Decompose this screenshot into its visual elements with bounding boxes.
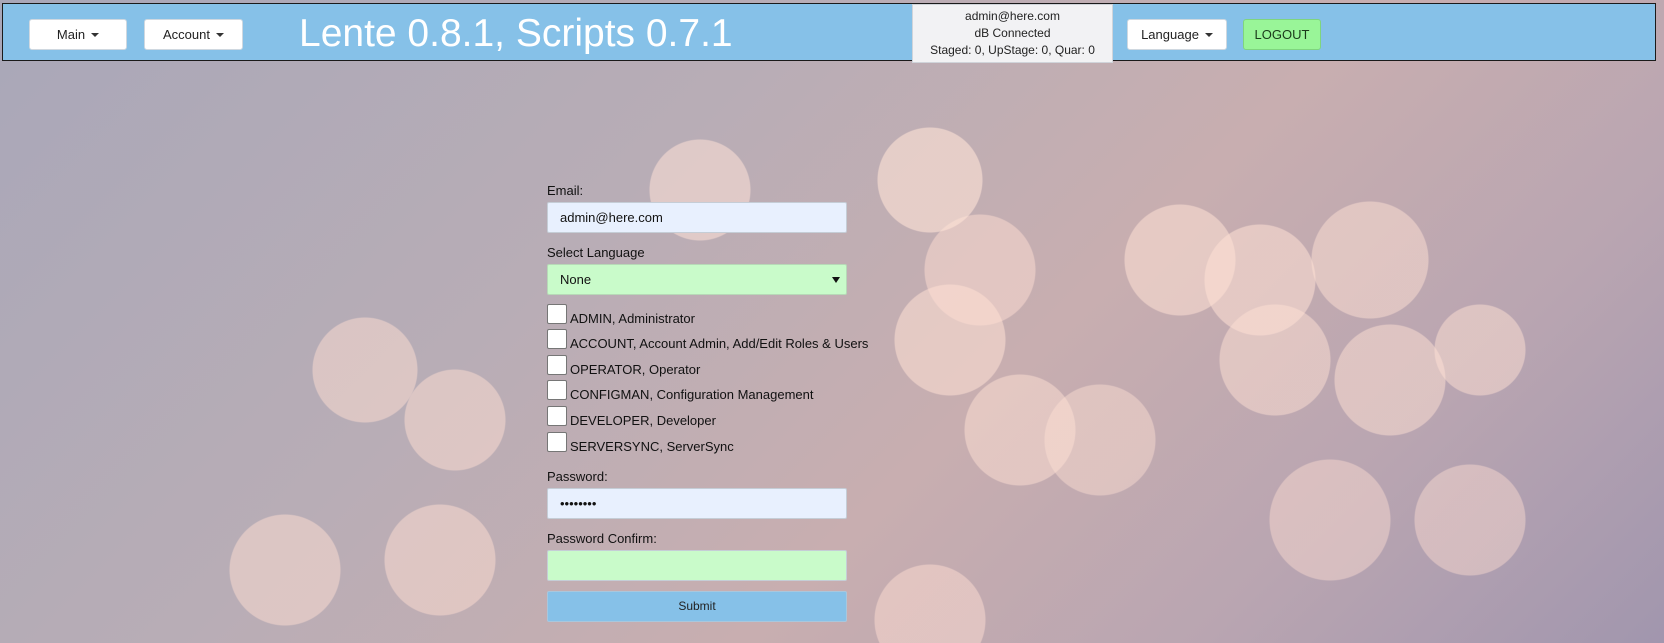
caret-down-icon	[91, 32, 100, 37]
password-input[interactable]	[547, 487, 847, 519]
role-label-account: ACCOUNT, Account Admin, Add/Edit Roles &…	[570, 336, 869, 352]
role-item-developer: DEVELOPER, Developer	[547, 403, 867, 429]
role-checkbox-operator[interactable]	[547, 354, 567, 375]
language-label: Select Language	[547, 245, 645, 260]
main-menu-label: Main	[56, 27, 86, 42]
email-input[interactable]	[547, 202, 847, 233]
dropdown-arrow-icon	[832, 277, 840, 283]
email-label: Email:	[547, 183, 584, 198]
language-select-value: None	[560, 272, 592, 287]
role-label-serversync: SERVERSYNC, ServerSync	[570, 438, 734, 454]
role-item-serversync: SERVERSYNC, ServerSync	[547, 429, 867, 455]
status-counts: Staged: 0, UpStage: 0, Quar: 0	[930, 43, 1095, 57]
caret-down-icon	[215, 32, 224, 37]
language-select[interactable]: None	[547, 264, 847, 295]
role-checkbox-configman[interactable]	[547, 380, 567, 401]
language-menu-label: Language	[1141, 27, 1199, 42]
logout-button[interactable]: LOGOUT	[1243, 19, 1321, 50]
role-label-developer: DEVELOPER, Developer	[570, 412, 716, 428]
password-label: Password:	[547, 468, 608, 484]
role-label-admin: ADMIN, Administrator	[570, 310, 695, 326]
status-panel: admin@here.com dB Connected Staged: 0, U…	[912, 4, 1113, 63]
app-title: Lente 0.8.1, Scripts 0.7.1	[299, 12, 733, 55]
role-label-configman: CONFIGMAN, Configuration Management	[570, 387, 814, 403]
status-user: admin@here.com	[965, 9, 1060, 23]
account-menu-label: Account	[163, 27, 210, 42]
submit-button[interactable]: Submit	[547, 590, 847, 622]
role-checkbox-serversync[interactable]	[547, 431, 567, 452]
main-menu-dropdown[interactable]: Main	[29, 19, 127, 50]
account-menu-dropdown[interactable]: Account	[144, 19, 243, 50]
role-checkbox-developer[interactable]	[547, 405, 567, 426]
role-item-configman: CONFIGMAN, Configuration Management	[547, 378, 867, 404]
top-navbar: Main Account Lente 0.8.1, Scripts 0.7.1 …	[2, 3, 1656, 63]
role-checkbox-account[interactable]	[547, 329, 567, 350]
password-confirm-label: Password Confirm:	[547, 530, 657, 546]
status-db: dB Connected	[974, 26, 1051, 40]
roles-list: ADMIN, Administrator ACCOUNT, Account Ad…	[547, 301, 869, 455]
user-edit-form: Email: Select Language None ADMIN, Admin…	[547, 183, 869, 622]
role-item-operator: OPERATOR, Operator	[547, 352, 867, 378]
role-item-admin: ADMIN, Administrator	[547, 301, 867, 327]
role-item-account: ACCOUNT, Account Admin, Add/Edit Roles &…	[547, 327, 869, 353]
language-menu-dropdown[interactable]: Language	[1127, 19, 1227, 50]
role-checkbox-admin[interactable]	[547, 303, 567, 324]
caret-down-icon	[1204, 32, 1213, 37]
role-label-operator: OPERATOR, Operator	[570, 361, 701, 377]
password-confirm-input[interactable]	[547, 549, 847, 581]
